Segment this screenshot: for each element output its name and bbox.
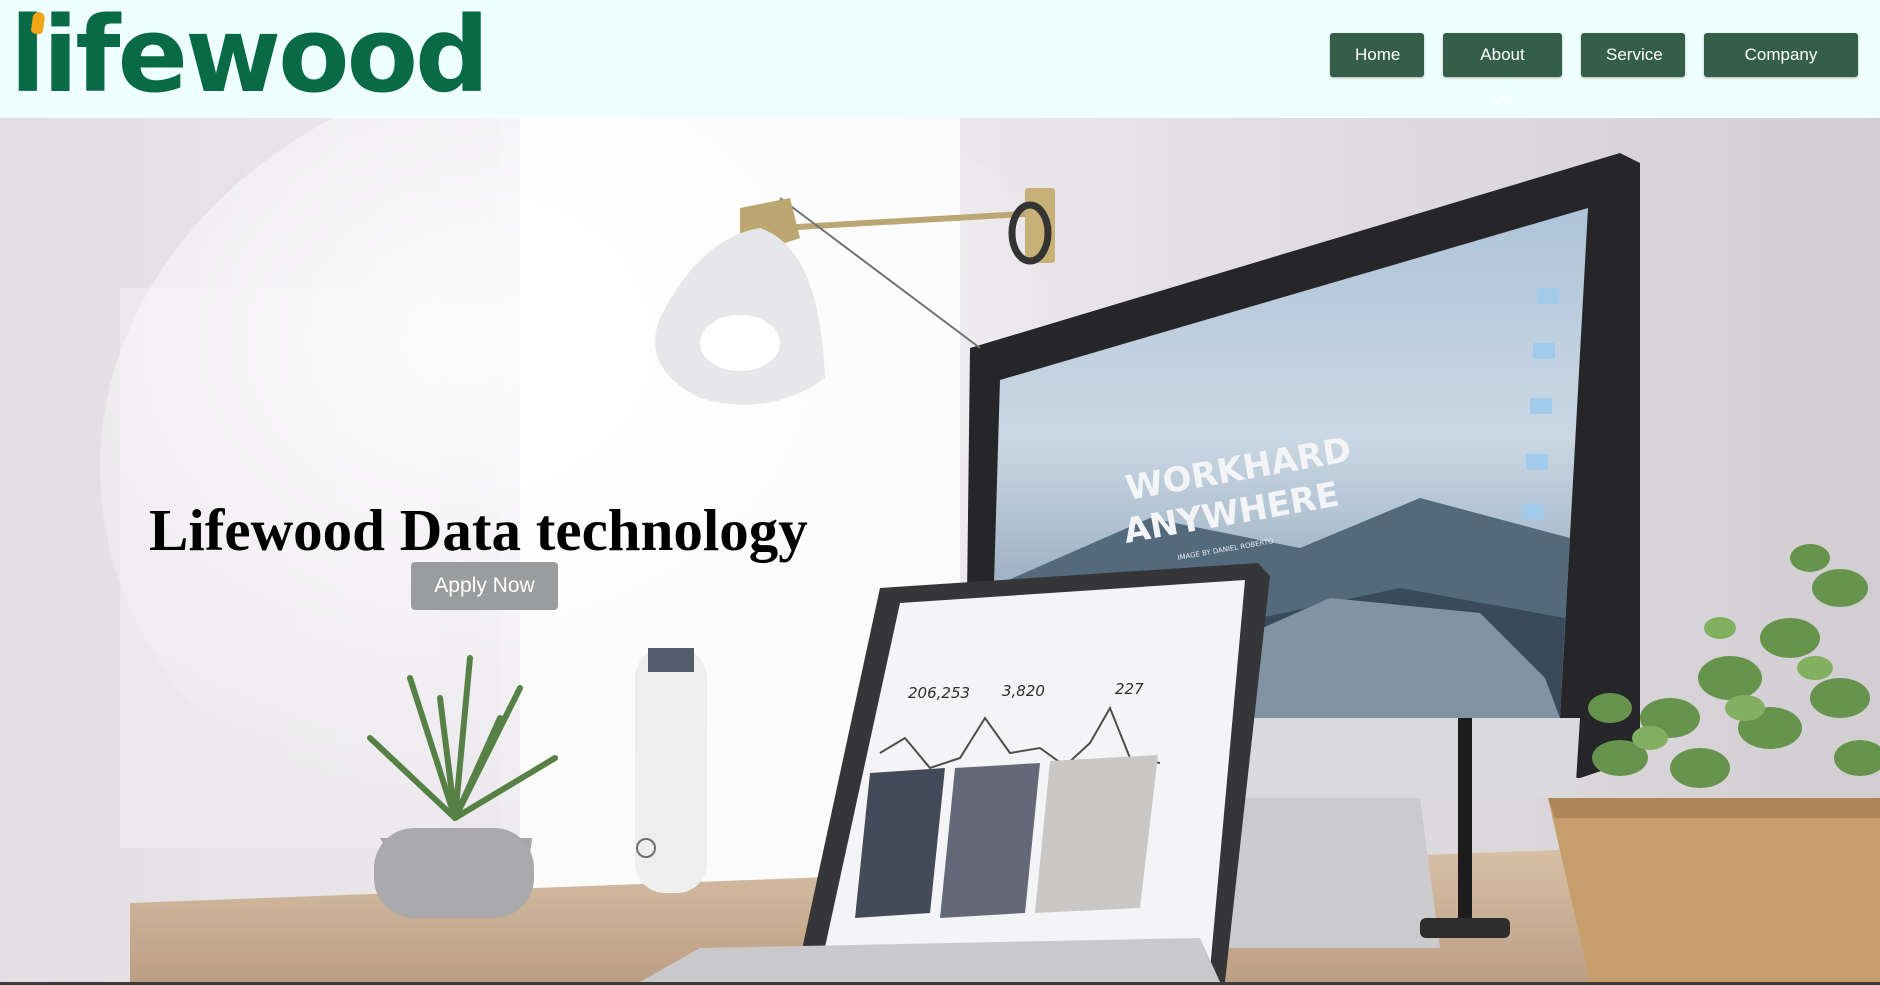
nav-company-button[interactable]: Company [1704, 33, 1858, 77]
main-nav: Home About Us Service Company [1330, 33, 1858, 108]
hero-title: Lifewood Data technology [149, 497, 808, 563]
hero-section: WORKHARD ANYWHERE IMAGE BY DANIEL ROBERT… [0, 118, 1880, 982]
nav-service-button[interactable]: Service [1581, 33, 1685, 77]
nav-about-button[interactable]: About Us [1443, 33, 1562, 108]
apply-now-button[interactable]: Apply Now [411, 562, 558, 610]
site-header: lifewood Home About Us Service Company [0, 0, 1880, 118]
nav-home-button[interactable]: Home [1330, 33, 1424, 77]
site-logo[interactable]: lifewood [10, 0, 489, 114]
